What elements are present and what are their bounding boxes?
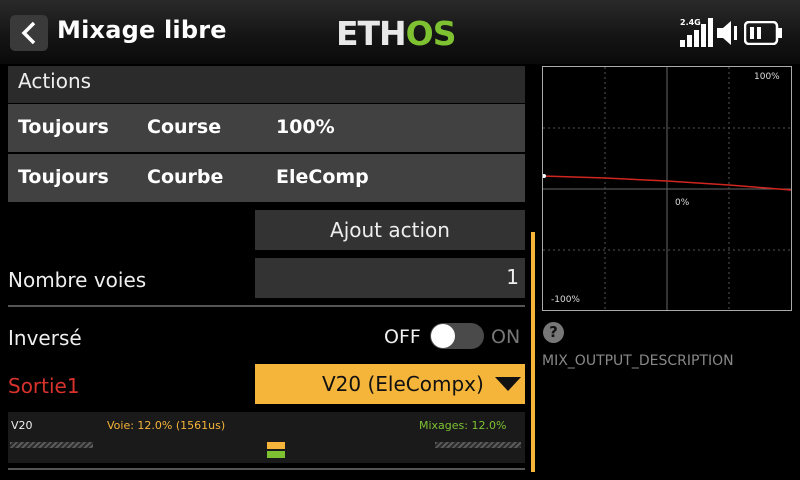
channel-count-field[interactable]: 1 <box>255 258 525 298</box>
graph-mid-label: 0% <box>675 198 690 208</box>
chevron-left-icon <box>21 21 36 45</box>
mix-marker <box>267 451 285 458</box>
add-action-button[interactable]: Ajout action <box>255 210 525 250</box>
divider <box>8 305 525 307</box>
output-select-value: V20 (EleCompx) <box>322 372 484 396</box>
curve-point <box>543 174 546 178</box>
action-type: Courbe <box>147 166 224 188</box>
voie-marker <box>267 442 285 449</box>
action-condition: Toujours <box>18 116 109 138</box>
header-bar: Mixage libre ETHOS 2.4G <box>0 0 800 64</box>
divider <box>8 468 525 470</box>
signal-strength-icon <box>680 18 713 47</box>
ethos-logo: ETHOS <box>336 14 456 53</box>
output-label: Sortie1 <box>8 374 80 398</box>
channel-monitor: V20 Voie: 12.0% (1561us) Mixages: 12.0% <box>8 412 525 463</box>
channel-count-label: Nombre voies <box>8 268 147 292</box>
battery-icon <box>744 21 782 45</box>
action-value: 100% <box>276 116 335 138</box>
actions-section-header: Actions <box>8 66 525 103</box>
curve-graph: 100% 0% -100% <box>542 66 792 311</box>
monitor-bar-left <box>10 442 93 448</box>
invert-toggle[interactable] <box>430 323 484 349</box>
channel-count-value: 1 <box>506 265 519 289</box>
toggle-knob <box>431 324 455 348</box>
action-row[interactable]: Toujours Courbe EleComp <box>8 154 525 202</box>
action-type: Course <box>147 116 222 138</box>
action-value: EleComp <box>276 166 369 188</box>
graph-max-label: 100% <box>754 72 780 82</box>
monitor-bar-right <box>435 442 521 448</box>
action-row[interactable]: Toujours Course 100% <box>8 104 525 152</box>
page-title: Mixage libre <box>57 16 227 44</box>
back-button[interactable] <box>10 15 48 51</box>
action-condition: Toujours <box>18 166 109 188</box>
monitor-channel: V20 <box>11 419 33 432</box>
graph-min-label: -100% <box>551 295 580 305</box>
scrollbar[interactable] <box>531 232 535 472</box>
invert-off-label: OFF <box>384 326 421 348</box>
dropdown-arrow-icon <box>495 377 521 391</box>
invert-label: Inversé <box>8 326 82 350</box>
help-icon[interactable]: ? <box>543 322 564 343</box>
invert-on-label: ON <box>491 326 521 348</box>
monitor-voie: Voie: 12.0% (1561us) <box>107 419 226 432</box>
curve-graph-svg <box>543 67 791 310</box>
monitor-mix: Mixages: 12.0% <box>419 419 507 432</box>
actions-heading: Actions <box>18 69 92 93</box>
output-select[interactable]: V20 (EleCompx) <box>255 364 525 404</box>
volume-icon <box>717 21 737 45</box>
help-description: MIX_OUTPUT_DESCRIPTION <box>542 353 734 369</box>
